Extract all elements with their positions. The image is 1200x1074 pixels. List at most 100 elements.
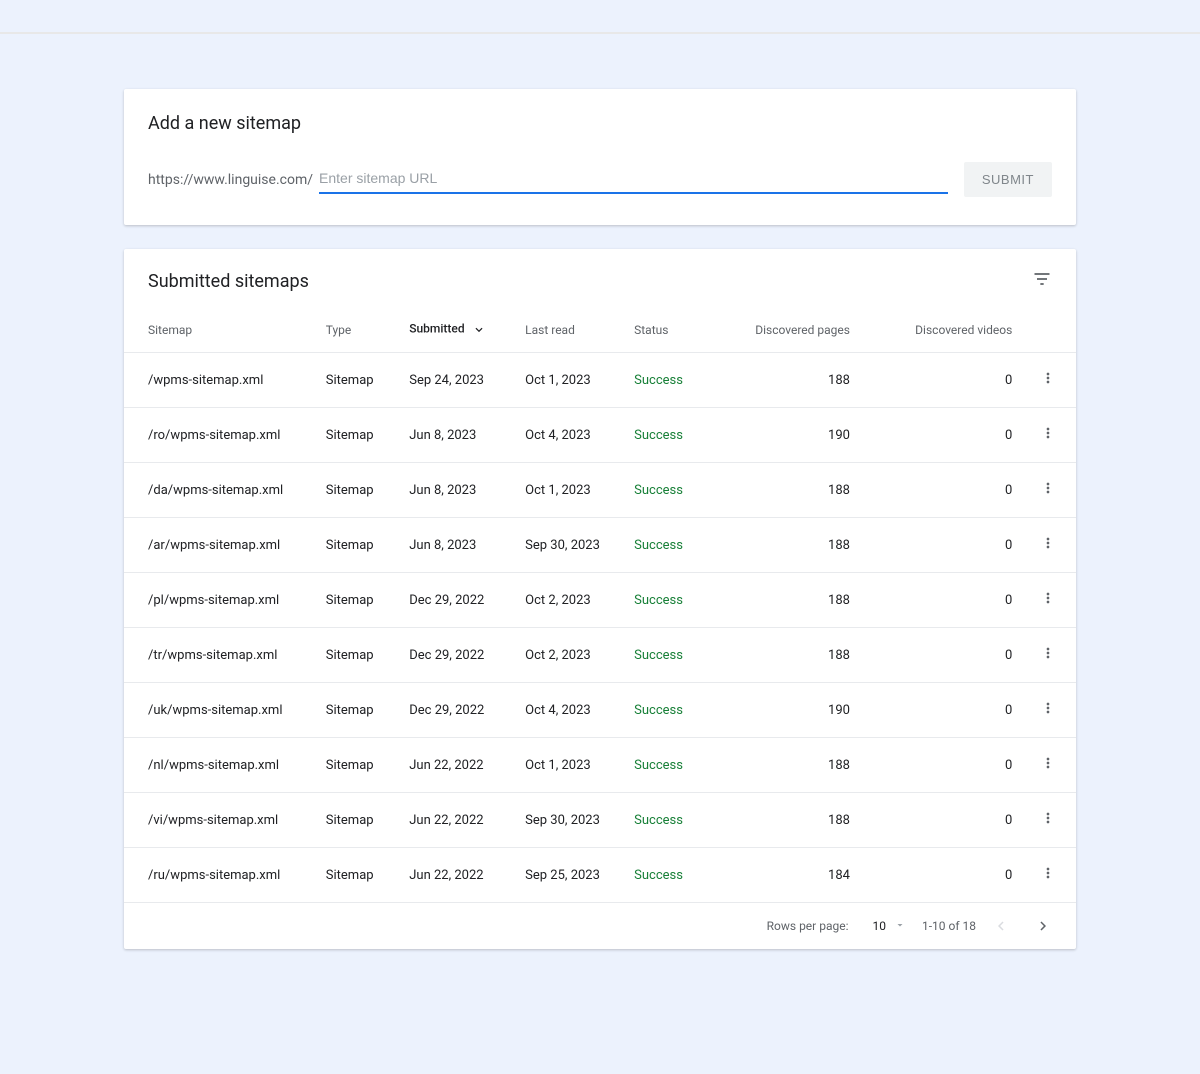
table-row[interactable]: /tr/wpms-sitemap.xmlSitemapDec 29, 2022O… — [124, 628, 1076, 683]
cell-status: Success — [626, 683, 719, 738]
cell-videos: 0 — [858, 683, 1020, 738]
table-row[interactable]: /ar/wpms-sitemap.xmlSitemapJun 8, 2023Se… — [124, 518, 1076, 573]
table-row[interactable]: /pl/wpms-sitemap.xmlSitemapDec 29, 2022O… — [124, 573, 1076, 628]
cell-status: Success — [626, 628, 719, 683]
cell-actions — [1020, 408, 1076, 463]
cell-actions — [1020, 738, 1076, 793]
table-row[interactable]: /da/wpms-sitemap.xmlSitemapJun 8, 2023Oc… — [124, 463, 1076, 518]
cell-actions — [1020, 793, 1076, 848]
more-vert-icon[interactable] — [1040, 645, 1056, 661]
cell-videos: 0 — [858, 738, 1020, 793]
cell-type: Sitemap — [318, 463, 401, 518]
dropdown-arrow-icon — [894, 919, 906, 934]
rows-per-page-label: Rows per page: — [767, 919, 849, 933]
more-vert-icon[interactable] — [1040, 810, 1056, 826]
add-sitemap-card: Add a new sitemap https://www.linguise.c… — [124, 89, 1076, 225]
cell-pages: 188 — [719, 738, 858, 793]
cell-submitted: Jun 22, 2022 — [401, 738, 517, 793]
cell-type: Sitemap — [318, 683, 401, 738]
cell-status: Success — [626, 848, 719, 903]
cell-status: Success — [626, 463, 719, 518]
prev-page-button[interactable] — [992, 917, 1010, 935]
filter-icon[interactable] — [1032, 269, 1052, 293]
submitted-sitemaps-card: Submitted sitemaps Sitemap Type Submitte… — [124, 249, 1076, 949]
cell-sitemap: /ar/wpms-sitemap.xml — [124, 518, 318, 573]
cell-lastread: Oct 1, 2023 — [517, 353, 626, 408]
list-header: Submitted sitemaps — [124, 249, 1076, 309]
cell-actions — [1020, 573, 1076, 628]
cell-pages: 190 — [719, 683, 858, 738]
url-prefix-text: https://www.linguise.com/ — [148, 172, 313, 188]
cell-type: Sitemap — [318, 628, 401, 683]
table-row[interactable]: /nl/wpms-sitemap.xmlSitemapJun 22, 2022O… — [124, 738, 1076, 793]
cell-lastread: Oct 4, 2023 — [517, 683, 626, 738]
cell-pages: 188 — [719, 793, 858, 848]
table-row[interactable]: /uk/wpms-sitemap.xmlSitemapDec 29, 2022O… — [124, 683, 1076, 738]
sort-down-icon — [472, 321, 486, 338]
cell-actions — [1020, 518, 1076, 573]
table-row[interactable]: /ro/wpms-sitemap.xmlSitemapJun 8, 2023Oc… — [124, 408, 1076, 463]
cell-type: Sitemap — [318, 793, 401, 848]
cell-lastread: Oct 4, 2023 — [517, 408, 626, 463]
col-submitted-label: Submitted — [409, 322, 464, 336]
cell-status: Success — [626, 353, 719, 408]
cell-lastread: Sep 25, 2023 — [517, 848, 626, 903]
add-sitemap-title: Add a new sitemap — [148, 113, 1052, 134]
list-title: Submitted sitemaps — [148, 271, 309, 292]
cell-sitemap: /ru/wpms-sitemap.xml — [124, 848, 318, 903]
cell-videos: 0 — [858, 573, 1020, 628]
cell-submitted: Jun 8, 2023 — [401, 463, 517, 518]
more-vert-icon[interactable] — [1040, 865, 1056, 881]
cell-status: Success — [626, 738, 719, 793]
more-vert-icon[interactable] — [1040, 590, 1056, 606]
col-sitemap[interactable]: Sitemap — [124, 309, 318, 353]
cell-pages: 188 — [719, 353, 858, 408]
cell-videos: 0 — [858, 848, 1020, 903]
more-vert-icon[interactable] — [1040, 755, 1056, 771]
cell-type: Sitemap — [318, 573, 401, 628]
sitemap-url-input[interactable] — [319, 166, 948, 194]
cell-type: Sitemap — [318, 738, 401, 793]
cell-sitemap: /vi/wpms-sitemap.xml — [124, 793, 318, 848]
col-lastread[interactable]: Last read — [517, 309, 626, 353]
next-page-button[interactable] — [1034, 917, 1052, 935]
pagination-range: 1-10 of 18 — [922, 919, 976, 933]
rows-per-page-select[interactable]: 10 — [872, 919, 906, 934]
table-row[interactable]: /ru/wpms-sitemap.xmlSitemapJun 22, 2022S… — [124, 848, 1076, 903]
table-row[interactable]: /wpms-sitemap.xmlSitemapSep 24, 2023Oct … — [124, 353, 1076, 408]
cell-sitemap: /wpms-sitemap.xml — [124, 353, 318, 408]
cell-submitted: Dec 29, 2022 — [401, 573, 517, 628]
cell-lastread: Oct 2, 2023 — [517, 628, 626, 683]
cell-status: Success — [626, 793, 719, 848]
cell-sitemap: /tr/wpms-sitemap.xml — [124, 628, 318, 683]
submit-button[interactable]: SUBMIT — [964, 162, 1052, 197]
pagination: Rows per page: 10 1-10 of 18 — [124, 903, 1076, 949]
more-vert-icon[interactable] — [1040, 480, 1056, 496]
cell-lastread: Oct 2, 2023 — [517, 573, 626, 628]
table-row[interactable]: /vi/wpms-sitemap.xmlSitemapJun 22, 2022S… — [124, 793, 1076, 848]
cell-videos: 0 — [858, 463, 1020, 518]
col-actions — [1020, 309, 1076, 353]
col-submitted[interactable]: Submitted — [401, 309, 517, 353]
more-vert-icon[interactable] — [1040, 700, 1056, 716]
cell-submitted: Jun 22, 2022 — [401, 848, 517, 903]
col-videos[interactable]: Discovered videos — [858, 309, 1020, 353]
rows-per-page-value: 10 — [872, 919, 886, 933]
cell-lastread: Sep 30, 2023 — [517, 518, 626, 573]
cell-videos: 0 — [858, 793, 1020, 848]
cell-submitted: Dec 29, 2022 — [401, 683, 517, 738]
more-vert-icon[interactable] — [1040, 370, 1056, 386]
cell-submitted: Dec 29, 2022 — [401, 628, 517, 683]
col-type[interactable]: Type — [318, 309, 401, 353]
cell-sitemap: /pl/wpms-sitemap.xml — [124, 573, 318, 628]
cell-pages: 190 — [719, 408, 858, 463]
cell-pages: 188 — [719, 628, 858, 683]
col-pages[interactable]: Discovered pages — [719, 309, 858, 353]
page-nav — [992, 917, 1052, 935]
cell-lastread: Sep 30, 2023 — [517, 793, 626, 848]
cell-submitted: Jun 22, 2022 — [401, 793, 517, 848]
cell-sitemap: /da/wpms-sitemap.xml — [124, 463, 318, 518]
col-status[interactable]: Status — [626, 309, 719, 353]
more-vert-icon[interactable] — [1040, 535, 1056, 551]
more-vert-icon[interactable] — [1040, 425, 1056, 441]
